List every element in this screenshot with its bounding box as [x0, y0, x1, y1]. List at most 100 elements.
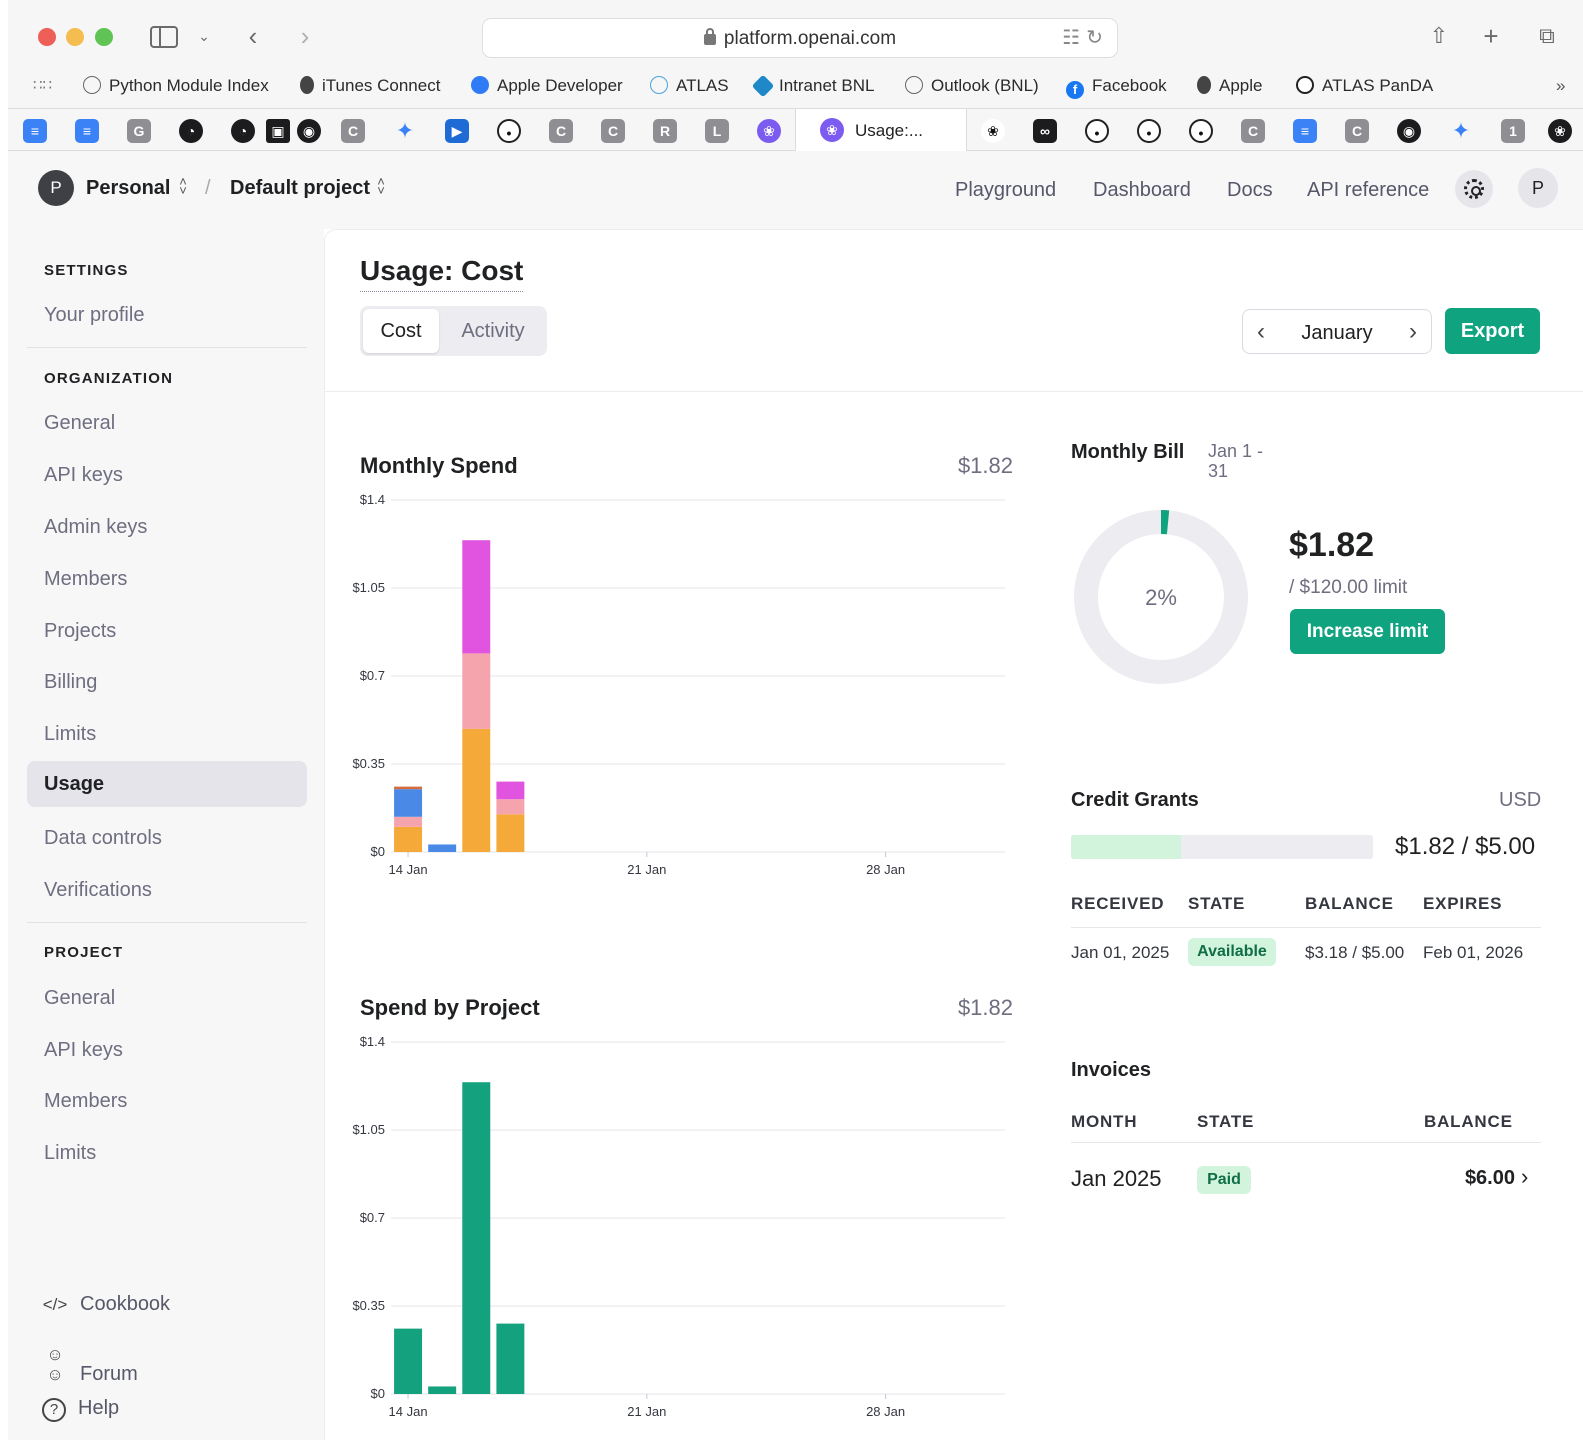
- increase-limit-button[interactable]: Increase limit: [1290, 609, 1445, 654]
- bookmark-intranet-bnl[interactable]: Intranet BNL: [751, 74, 874, 98]
- timer-tab-icon[interactable]: ◔: [231, 119, 255, 143]
- pinned-tab-c[interactable]: C: [1345, 119, 1369, 143]
- sidebar-item-billing[interactable]: Billing: [44, 671, 97, 694]
- user-avatar[interactable]: P: [1518, 168, 1558, 208]
- pinned-tab-g[interactable]: G: [127, 119, 151, 143]
- tab-usage[interactable]: ❀ Usage:...: [795, 109, 967, 152]
- panda-icon[interactable]: •: [1189, 119, 1213, 143]
- title-bar: ⌄ ‹ › platform.openai.com ☷↻ ⇧ + ⧉: [8, 0, 1583, 70]
- workspace-switcher[interactable]: Personal: [86, 177, 170, 200]
- invoice-month[interactable]: Jan 2025: [1071, 1166, 1162, 1192]
- nav-dashboard[interactable]: Dashboard: [1093, 179, 1191, 202]
- sidebar-item-verifications[interactable]: Verifications: [44, 879, 152, 902]
- pinned-tab-l[interactable]: L: [705, 119, 729, 143]
- bookmark-apple[interactable]: Apple: [1197, 76, 1262, 96]
- sidebar-item-project-limits[interactable]: Limits: [44, 1142, 96, 1165]
- timer-tab-icon[interactable]: ◔: [179, 119, 203, 143]
- new-tab-icon[interactable]: +: [1478, 20, 1504, 52]
- more-bookmarks-icon[interactable]: »: [1556, 76, 1565, 96]
- sidebar-item-projects[interactable]: Projects: [44, 620, 116, 643]
- openai-tab-icon[interactable]: ❀: [757, 119, 781, 143]
- openai-tab-icon[interactable]: ❀: [981, 119, 1005, 143]
- column-header-received: RECEIVED: [1071, 894, 1165, 913]
- tab-activity[interactable]: Activity: [442, 309, 544, 353]
- next-month-icon[interactable]: ›: [1409, 318, 1417, 346]
- docs-tab-icon[interactable]: ≡: [1293, 119, 1317, 143]
- back-icon[interactable]: ‹: [240, 20, 266, 52]
- sidebar-item-your-profile[interactable]: Your profile: [44, 304, 144, 327]
- sidebar-item-limits[interactable]: Limits: [44, 723, 96, 746]
- sidebar-item-project-general[interactable]: General: [44, 987, 115, 1010]
- sidebar-item-members[interactable]: Members: [44, 568, 127, 591]
- sparkle-icon[interactable]: ✦: [393, 119, 417, 143]
- pinned-tab-c[interactable]: C: [549, 119, 573, 143]
- sidebar-item-api-keys[interactable]: API keys: [44, 464, 123, 487]
- sidebar-item-data-controls[interactable]: Data controls: [44, 827, 162, 850]
- settings-button[interactable]: [1455, 170, 1493, 208]
- github-icon[interactable]: ◉: [1397, 119, 1421, 143]
- bookmark-outlook-bnl[interactable]: Outlook (BNL): [905, 76, 1039, 96]
- apple-icon: [300, 76, 314, 94]
- translate-icon[interactable]: ☷: [1062, 27, 1086, 49]
- grid-icon[interactable]: ∷∷: [33, 76, 52, 94]
- sidebar-item-admin-keys[interactable]: Admin keys: [44, 516, 147, 539]
- panda-icon[interactable]: •: [1085, 119, 1109, 143]
- nav-docs[interactable]: Docs: [1227, 179, 1273, 202]
- docs-tab-icon[interactable]: ≡: [75, 119, 99, 143]
- sidebar-item-project-api-keys[interactable]: API keys: [44, 1039, 123, 1062]
- nav-playground[interactable]: Playground: [955, 179, 1056, 202]
- workspace-avatar[interactable]: P: [38, 170, 74, 206]
- tab-cost[interactable]: Cost: [363, 309, 439, 353]
- video-tab-icon[interactable]: ▶: [445, 119, 469, 143]
- app-tab-icon[interactable]: ▣: [266, 119, 290, 143]
- bookmark-python-module-index[interactable]: Python Module Index: [83, 76, 269, 96]
- bar-segment: [496, 781, 525, 800]
- close-window-button[interactable]: [38, 28, 56, 46]
- bookmark-itunes-connect[interactable]: iTunes Connect: [300, 76, 440, 96]
- bookmark-apple-developer[interactable]: Apple Developer: [471, 76, 623, 96]
- chevron-updown-icon[interactable]: ˄ ˅: [375, 175, 387, 197]
- section-title-settings: SETTINGS: [44, 262, 129, 279]
- invoice-balance[interactable]: $6.00: [1425, 1167, 1515, 1190]
- forward-icon[interactable]: ›: [292, 20, 318, 52]
- bookmark-facebook[interactable]: f Facebook: [1066, 76, 1167, 99]
- pinned-tab-c[interactable]: C: [1241, 119, 1265, 143]
- sparkle-icon[interactable]: ✦: [1449, 119, 1473, 143]
- address-bar[interactable]: platform.openai.com ☷↻: [482, 18, 1118, 58]
- chevron-down-icon[interactable]: ⌄: [194, 20, 214, 52]
- project-switcher[interactable]: Default project: [230, 177, 370, 200]
- export-button[interactable]: Export: [1445, 308, 1540, 354]
- chevron-right-icon[interactable]: ›: [1521, 1164, 1528, 1190]
- github-icon[interactable]: ◉: [297, 119, 321, 143]
- column-header-month: MONTH: [1071, 1112, 1138, 1131]
- status-badge: Available: [1188, 938, 1276, 966]
- nav-api-reference[interactable]: API reference: [1307, 179, 1429, 202]
- sidebar-link-cookbook[interactable]: </> Cookbook: [42, 1293, 170, 1316]
- panda-icon[interactable]: •: [1137, 119, 1161, 143]
- reload-icon[interactable]: ↻: [1086, 27, 1109, 49]
- bookmark-atlas-panda[interactable]: ATLAS PanDA: [1296, 76, 1433, 96]
- panda-icon[interactable]: •: [497, 119, 521, 143]
- sidebar-item-general[interactable]: General: [44, 412, 115, 435]
- tab-overview-icon[interactable]: ⧉: [1533, 20, 1561, 52]
- sidebar-item-project-members[interactable]: Members: [44, 1090, 127, 1113]
- pinned-tab-c[interactable]: C: [341, 119, 365, 143]
- share-icon[interactable]: ⇧: [1426, 20, 1452, 52]
- section-title-organization: ORGANIZATION: [44, 370, 174, 387]
- sidebar-item-usage[interactable]: Usage: [27, 761, 307, 807]
- sidebar-toggle-icon[interactable]: [150, 26, 178, 48]
- pinned-tab-c[interactable]: C: [601, 119, 625, 143]
- openai-tab-icon[interactable]: ❀: [1548, 119, 1572, 143]
- minimize-window-button[interactable]: [66, 28, 84, 46]
- month-label[interactable]: January: [1243, 322, 1431, 345]
- pinned-tab-1[interactable]: 1: [1501, 119, 1525, 143]
- chevron-updown-icon[interactable]: ˄ ˅: [177, 175, 189, 197]
- bar-segment: [462, 540, 491, 654]
- docs-tab-icon[interactable]: ≡: [23, 119, 47, 143]
- sidebar-link-forum[interactable]: ☺☺ Forum: [42, 1345, 137, 1386]
- bookmark-atlas[interactable]: ATLAS: [650, 76, 729, 96]
- sidebar-link-help[interactable]: ? Help: [42, 1397, 119, 1422]
- zoom-window-button[interactable]: [95, 28, 113, 46]
- app-tab-icon[interactable]: ∞: [1033, 119, 1057, 143]
- pinned-tab-r[interactable]: R: [653, 119, 677, 143]
